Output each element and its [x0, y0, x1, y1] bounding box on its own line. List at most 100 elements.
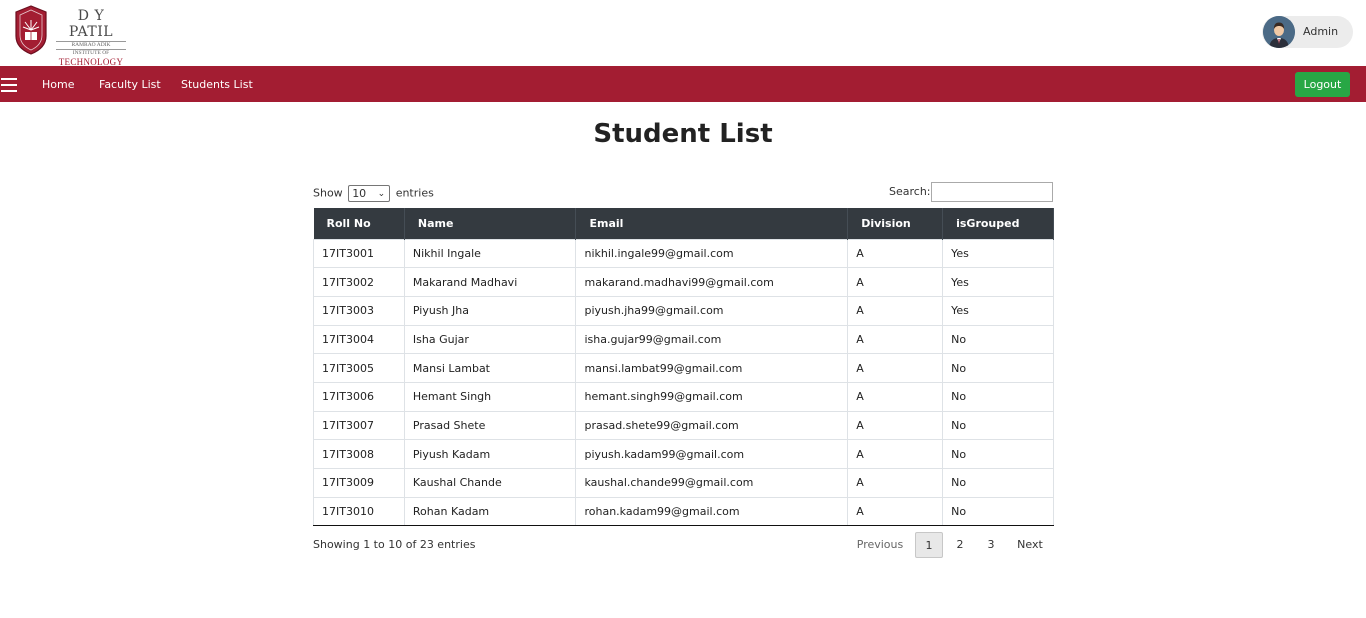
cell-name: Prasad Shete	[403, 410, 577, 441]
user-name: Admin	[1303, 25, 1339, 38]
logo-line-2: INSTITUTE OF	[72, 50, 110, 56]
cell-division: A	[847, 496, 944, 527]
cell-name: Makarand Madhavi	[403, 267, 577, 297]
cell-roll-no: 17IT3003	[313, 295, 405, 326]
cell-email: mansi.lambat99@gmail.com	[575, 353, 849, 383]
cell-roll-no: 17IT3005	[313, 353, 405, 383]
cell-division: A	[847, 410, 944, 441]
cell-name: Mansi Lambat	[403, 353, 577, 383]
chevron-down-icon: ⌄	[377, 189, 386, 199]
institute-logo[interactable]: D Y PATIL RAMRAO ADIK INSTITUTE OF TECHN…	[14, 4, 134, 72]
cell-email: isha.gujar99@gmail.com	[575, 324, 849, 355]
cell-division: A	[847, 267, 944, 297]
table-body: 17IT3001 Nikhil Ingale nikhil.ingale99@gma…	[313, 238, 1054, 527]
cell-roll-no: 17IT3010	[313, 496, 405, 527]
cell-email: piyush.kadam99@gmail.com	[575, 439, 849, 469]
column-header-name[interactable]: Name	[404, 208, 577, 239]
cell-division: A	[847, 381, 944, 412]
cell-email: prasad.shete99@gmail.com	[575, 410, 849, 441]
search-input[interactable]	[931, 182, 1053, 202]
cell-name: Hemant Singh	[403, 381, 577, 412]
table-row: 17IT3005 Mansi Lambat mansi.lambat99@gmail…	[313, 353, 1054, 383]
cell-roll-no: 17IT3006	[313, 381, 405, 412]
table-row: 17IT3009 Kaushal Chande kaushal.chande99@g…	[313, 468, 1054, 498]
entries-label: entries	[395, 186, 434, 200]
pagination-next[interactable]: Next	[1010, 532, 1050, 558]
pagination-page-2[interactable]: 2	[947, 532, 973, 558]
page-size-select[interactable]: 10 ⌄	[348, 185, 391, 202]
table-row: 17IT3003 Piyush Jha piyush.jha99@gmail.com…	[313, 295, 1054, 326]
cell-roll-no: 17IT3008	[313, 439, 405, 469]
cell-isgrouped: Yes	[942, 267, 1054, 297]
cell-name: Nikhil Ingale	[403, 238, 577, 269]
table-row: 17IT3002 Makarand Madhavi makarand.madhavi…	[313, 267, 1054, 297]
table-row: 17IT3004 Isha Gujar isha.gujar99@gmail.com…	[313, 324, 1054, 355]
table-row: 17IT3001 Nikhil Ingale nikhil.ingale99@gma…	[313, 238, 1054, 269]
cell-roll-no: 17IT3001	[313, 238, 405, 269]
nav-faculty-list[interactable]: Faculty List	[99, 78, 161, 91]
user-menu[interactable]: Admin	[1262, 16, 1353, 48]
nav-students-list[interactable]: Students List	[181, 78, 253, 91]
main-navbar: Home Faculty List Students List Logout	[0, 66, 1366, 102]
cell-division: A	[847, 468, 944, 498]
table-row: 17IT3008 Piyush Kadam piyush.kadam99@gmail…	[313, 439, 1054, 469]
top-header: D Y PATIL RAMRAO ADIK INSTITUTE OF TECHN…	[0, 0, 1366, 72]
cell-isgrouped: No	[942, 468, 1054, 498]
column-header-isgrouped[interactable]: isGrouped	[942, 208, 1054, 239]
hamburger-icon[interactable]	[1, 78, 17, 92]
cell-email: piyush.jha99@gmail.com	[575, 295, 849, 326]
crest-icon	[15, 5, 47, 55]
cell-roll-no: 17IT3007	[313, 410, 405, 441]
logo-title: D Y PATIL	[68, 8, 114, 40]
cell-isgrouped: Yes	[942, 295, 1054, 326]
cell-division: A	[847, 353, 944, 383]
cell-isgrouped: No	[942, 410, 1054, 441]
cell-roll-no: 17IT3002	[313, 267, 405, 297]
students-table: Roll No Name Email Division isGrouped 17…	[313, 208, 1054, 527]
search-label: Search:	[889, 185, 931, 198]
page-title: Student List	[593, 119, 773, 149]
cell-division: A	[847, 439, 944, 469]
cell-division: A	[847, 238, 944, 269]
cell-name: Isha Gujar	[403, 324, 577, 355]
table-row: 17IT3007 Prasad Shete prasad.shete99@gmail…	[313, 410, 1054, 441]
cell-email: makarand.madhavi99@gmail.com	[575, 267, 849, 297]
show-label: Show	[313, 186, 343, 200]
cell-email: rohan.kadam99@gmail.com	[575, 496, 849, 527]
pagination-page-3[interactable]: 3	[978, 532, 1004, 558]
cell-email: hemant.singh99@gmail.com	[575, 381, 849, 412]
cell-isgrouped: Yes	[942, 238, 1054, 269]
avatar	[1263, 16, 1295, 48]
cell-isgrouped: No	[942, 439, 1054, 469]
column-header-division[interactable]: Division	[847, 208, 944, 239]
logout-button[interactable]: Logout	[1295, 72, 1350, 97]
cell-name: Rohan Kadam	[403, 496, 577, 527]
cell-email: nikhil.ingale99@gmail.com	[575, 238, 849, 269]
table-row: 17IT3010 Rohan Kadam rohan.kadam99@gmail.c…	[313, 496, 1054, 527]
cell-isgrouped: No	[942, 496, 1054, 527]
cell-isgrouped: No	[942, 324, 1054, 355]
cell-name: Piyush Kadam	[403, 439, 577, 469]
nav-home[interactable]: Home	[42, 78, 74, 91]
cell-division: A	[847, 295, 944, 326]
cell-division: A	[847, 324, 944, 355]
cell-email: kaushal.chande99@gmail.com	[575, 468, 849, 498]
logo-wordmark: D Y PATIL RAMRAO ADIK INSTITUTE OF TECHN…	[54, 8, 128, 73]
table-info: Showing 1 to 10 of 23 entries	[313, 538, 476, 551]
user-avatar-icon	[1263, 16, 1295, 48]
cell-roll-no: 17IT3009	[313, 468, 405, 498]
column-header-roll-no[interactable]: Roll No	[313, 208, 405, 239]
logo-line-1: RAMRAO ADIK	[56, 41, 126, 50]
cell-roll-no: 17IT3004	[313, 324, 405, 355]
column-header-email[interactable]: Email	[575, 208, 849, 239]
pagination-previous[interactable]: Previous	[850, 532, 910, 558]
table-row: 17IT3006 Hemant Singh hemant.singh99@gmail…	[313, 381, 1054, 412]
cell-name: Piyush Jha	[403, 295, 577, 326]
cell-isgrouped: No	[942, 353, 1054, 383]
cell-isgrouped: No	[942, 381, 1054, 412]
cell-name: Kaushal Chande	[403, 468, 577, 498]
table-header-row: Roll No Name Email Division isGrouped	[313, 208, 1054, 239]
page-size-control: Show 10 ⌄ entries	[313, 185, 434, 202]
pagination-page-1[interactable]: 1	[915, 532, 943, 558]
page-size-value: 10	[352, 187, 367, 200]
